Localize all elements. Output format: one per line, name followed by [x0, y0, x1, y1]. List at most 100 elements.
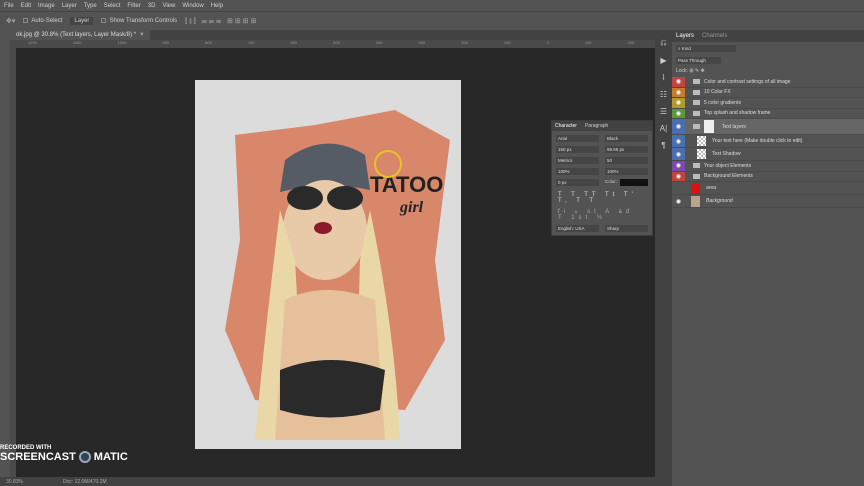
layer-name: Color and contrast settings of all image — [704, 78, 791, 85]
layer-name: Your object Elements — [704, 162, 752, 169]
visibility-eye-icon[interactable] — [672, 182, 685, 194]
paragraph-icon[interactable]: ¶ — [661, 141, 665, 150]
top — [280, 360, 385, 418]
sunglasses — [327, 186, 363, 210]
lock-label: Lock: — [676, 68, 688, 74]
doc-size: Doc: 12.0M/470.2M — [62, 478, 107, 485]
watermark-line3: MATIC — [93, 451, 128, 463]
tab-paragraph[interactable]: Paragraph — [585, 123, 608, 129]
close-icon[interactable]: × — [140, 32, 144, 38]
align-icons[interactable]: ⫿ ⫾ ⫿ ☰ ☰ ☰ ⊞ ⊞ ⊞ ⊞ — [185, 17, 256, 26]
layer-name: area — [706, 185, 717, 191]
visibility-eye-icon[interactable]: ◉ — [672, 171, 685, 181]
layer-row[interactable]: ◉ Text Shadow — [672, 148, 864, 161]
type-style-buttons[interactable]: T T TT Tt T' T, T T — [552, 190, 652, 206]
layer-row[interactable]: ◉ Background — [672, 195, 864, 208]
kerning-field[interactable]: Metrics — [556, 157, 599, 164]
brush-icon[interactable]: ⌇ — [662, 73, 666, 82]
ruler-tick: 0 — [546, 40, 549, 45]
layer-thumbnail — [691, 195, 700, 207]
layer-row[interactable]: ◉ 10 Color FX — [672, 87, 864, 98]
baseline-field[interactable]: 0 px — [556, 179, 599, 186]
menu-image[interactable]: Image — [38, 3, 55, 9]
folder-icon — [693, 163, 700, 169]
ruler-tick: 100 — [503, 40, 511, 45]
menu-type[interactable]: Type — [84, 3, 97, 9]
menu-select[interactable]: Select — [104, 3, 121, 9]
font-style-select[interactable]: Black — [605, 135, 648, 142]
layer-row[interactable]: ◉ Text layers — [672, 119, 864, 135]
layer-name: Your text here (Make double click to edi… — [712, 138, 803, 144]
blend-mode-select[interactable]: Pass Through — [676, 57, 721, 64]
ruler-tick: 800 — [205, 40, 212, 45]
layer-row[interactable]: area — [672, 182, 864, 195]
menu-edit[interactable]: Edit — [21, 3, 31, 9]
panel-dock: ⎌ ▶ ⌇ ☷ ☰ A| ¶ — [655, 30, 672, 486]
tracking-field[interactable]: 50 — [605, 157, 648, 164]
document-canvas[interactable]: TATOO girl — [195, 80, 461, 449]
color-swatch[interactable] — [620, 179, 648, 186]
opentype-buttons[interactable]: fi ℴ st A ad T 1st ½ — [552, 206, 652, 223]
font-size-field[interactable]: 150 px — [556, 146, 599, 153]
folder-icon — [693, 173, 700, 179]
doc-tab-label: ok.jpg @ 30.8% (Text layers, Layer Mask/… — [16, 32, 137, 38]
auto-select-checkbox[interactable]: Auto-Select — [23, 17, 62, 24]
play-icon[interactable]: ▶ — [660, 56, 666, 65]
history-icon[interactable]: ⎌ — [660, 38, 666, 48]
lips — [314, 222, 332, 234]
doc-tab[interactable]: ok.jpg @ 30.8% (Text layers, Layer Mask/… — [10, 30, 150, 40]
layer-row[interactable]: ◉ Your object Elements — [672, 161, 864, 172]
visibility-eye-icon[interactable]: ◉ — [672, 161, 685, 171]
visibility-eye-icon[interactable]: ◉ — [672, 135, 685, 147]
menu-filter[interactable]: Filter — [127, 3, 140, 9]
menu-bar: File Edit Image Layer Type Select Filter 3D View… — [0, 0, 864, 11]
visibility-eye-icon[interactable]: ◉ — [672, 87, 685, 97]
leading-field[interactable]: 99.65 px — [605, 146, 648, 153]
menu-help[interactable]: Help — [211, 3, 223, 9]
tab-layers[interactable]: Layers — [676, 33, 694, 39]
vertical-ruler — [10, 48, 16, 478]
layer-row[interactable]: ◉ 5 color gradients — [672, 98, 864, 109]
character-panel: Character Paragraph Arial Black 150 px 9… — [551, 120, 653, 236]
layer-name: Top splash and shadow frame — [704, 110, 771, 117]
folder-icon — [693, 110, 700, 116]
menu-layer[interactable]: Layer — [62, 3, 77, 9]
kind-filter[interactable]: ⌕ Kind — [676, 45, 736, 52]
visibility-eye-icon[interactable]: ◉ — [672, 148, 685, 160]
folder-icon — [693, 124, 700, 129]
visibility-eye-icon[interactable]: ◉ — [672, 108, 685, 118]
vertical-scale-field[interactable]: 100% — [556, 168, 599, 175]
ruler-tick: 500 — [333, 40, 340, 45]
menu-3d[interactable]: 3D — [148, 3, 156, 9]
menu-window[interactable]: Window — [182, 3, 203, 9]
tab-channels[interactable]: Channels — [702, 33, 727, 39]
layer-row[interactable]: ◉ Background Elements — [672, 171, 864, 182]
tab-character[interactable]: Character — [555, 123, 577, 129]
character-icon[interactable]: A| — [660, 124, 667, 133]
layer-row[interactable]: ◉ Top splash and shadow frame — [672, 108, 864, 119]
horizontal-scale-field[interactable]: 100% — [605, 168, 648, 175]
visibility-eye-icon[interactable]: ◉ — [672, 98, 685, 108]
language-select[interactable]: English: USA — [556, 225, 599, 232]
layer-row[interactable]: ◉ Your text here (Make double click to ed… — [672, 135, 864, 148]
move-tool-icon[interactable]: ✥▾ — [6, 17, 15, 25]
layer-select[interactable]: Layer — [70, 17, 94, 25]
layer-thumbnail — [691, 182, 700, 194]
visibility-eye-icon[interactable]: ◉ — [672, 119, 685, 134]
art-subtitle: girl — [399, 199, 424, 216]
transform-checkbox[interactable]: Show Transform Controls — [101, 17, 177, 24]
visibility-eye-icon[interactable]: ◉ — [672, 77, 685, 87]
visibility-eye-icon[interactable]: ◉ — [672, 195, 685, 207]
ruler-tick: 600 — [290, 40, 298, 45]
adjust-icon[interactable]: ☷ — [660, 90, 667, 99]
ruler-tick: 900 — [162, 40, 170, 45]
menu-file[interactable]: File — [4, 3, 14, 9]
layer-name: 10 Color FX — [704, 89, 731, 96]
font-family-select[interactable]: Arial — [556, 135, 599, 142]
menu-view[interactable]: View — [162, 3, 175, 9]
sliders-icon[interactable]: ☰ — [660, 107, 667, 116]
layer-row[interactable]: ◉ Color and contrast settings of all imag… — [672, 77, 864, 88]
antialias-select[interactable]: Sharp — [605, 225, 648, 232]
document-tabs: ok.jpg @ 30.8% (Text layers, Layer Mask/… — [10, 30, 655, 40]
status-bar: 30.83% Doc: 12.0M/470.2M — [0, 477, 655, 486]
